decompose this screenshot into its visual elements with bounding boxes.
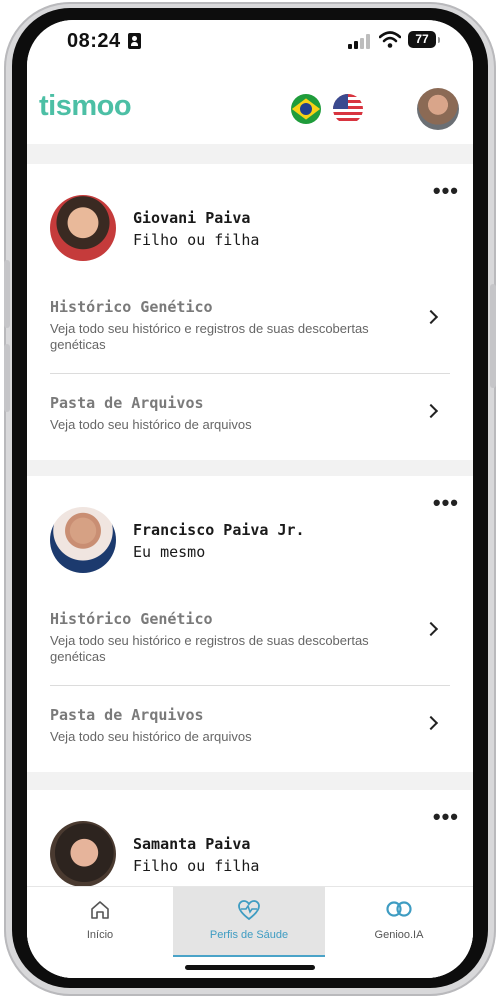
- divider: [50, 685, 450, 686]
- screen: 08:24 77 tismoo ••• Giovani Paiva Filho …: [27, 20, 473, 978]
- profile-relation: Filho ou filha: [133, 231, 260, 249]
- row-description: Veja todo seu histórico e registros de s…: [50, 633, 369, 664]
- more-options-icon[interactable]: •••: [433, 180, 459, 202]
- app-header: tismoo: [27, 64, 473, 144]
- volume-up-button: [4, 260, 10, 328]
- home-indicator: [185, 965, 315, 970]
- signal-icon: [348, 33, 370, 49]
- contact-card-icon: [128, 33, 141, 49]
- genetic-history-row[interactable]: Histórico Genético Veja todo seu históri…: [50, 298, 450, 353]
- tab-health-profiles[interactable]: Perfis de Sáude: [173, 887, 325, 957]
- power-button: [490, 284, 496, 388]
- tab-label: Início: [86, 929, 114, 941]
- profile-card: ••• Francisco Paiva Jr. Eu mesmo Históri…: [27, 476, 473, 772]
- more-options-icon[interactable]: •••: [433, 806, 459, 828]
- profile-name: Samanta Paiva: [133, 835, 251, 853]
- status-bar: 08:24 77: [27, 20, 473, 64]
- file-folder-row[interactable]: Pasta de Arquivos Veja todo seu históric…: [50, 706, 450, 745]
- battery-icon: 77: [408, 31, 440, 48]
- row-title: Histórico Genético: [50, 610, 213, 628]
- app-logo: tismoo: [39, 90, 132, 122]
- row-title: Pasta de Arquivos: [50, 394, 204, 412]
- divider: [50, 373, 450, 374]
- infinity-icon: [386, 901, 412, 917]
- file-folder-row[interactable]: Pasta de Arquivos Veja todo seu históric…: [50, 394, 450, 433]
- profile-name: Francisco Paiva Jr.: [133, 521, 305, 539]
- bottom-tab-bar: Início Perfis de Sáude Genioo.IA: [27, 886, 473, 978]
- brazil-flag-icon[interactable]: [291, 94, 321, 124]
- row-title: Pasta de Arquivos: [50, 706, 204, 724]
- heart-pulse-icon: [238, 900, 260, 921]
- profile-photo: [50, 195, 116, 261]
- tab-genioo-ia[interactable]: Genioo.IA: [325, 887, 473, 957]
- profile-photo: [50, 507, 116, 573]
- usa-flag-icon[interactable]: [333, 94, 363, 124]
- profile-relation: Eu mesmo: [133, 543, 206, 561]
- genetic-history-row[interactable]: Histórico Genético Veja todo seu históri…: [50, 610, 450, 665]
- row-title: Histórico Genético: [50, 298, 213, 316]
- user-avatar[interactable]: [417, 88, 459, 130]
- home-icon: [91, 901, 109, 919]
- tab-label: Perfis de Sáude: [209, 929, 289, 941]
- tab-home[interactable]: Início: [27, 887, 173, 957]
- row-description: Veja todo seu histórico e registros de s…: [50, 321, 369, 352]
- row-description: Veja todo seu histórico de arquivos: [50, 729, 252, 744]
- profile-photo: [50, 821, 116, 887]
- profile-card: ••• Giovani Paiva Filho ou filha Históri…: [27, 164, 473, 460]
- tab-label: Genioo.IA: [374, 929, 424, 941]
- volume-down-button: [4, 344, 10, 412]
- status-time: 08:24: [67, 30, 121, 52]
- more-options-icon[interactable]: •••: [433, 492, 459, 514]
- profile-relation: Filho ou filha: [133, 857, 260, 875]
- profile-name: Giovani Paiva: [133, 209, 251, 227]
- wifi-icon: [379, 31, 401, 48]
- row-description: Veja todo seu histórico de arquivos: [50, 417, 252, 432]
